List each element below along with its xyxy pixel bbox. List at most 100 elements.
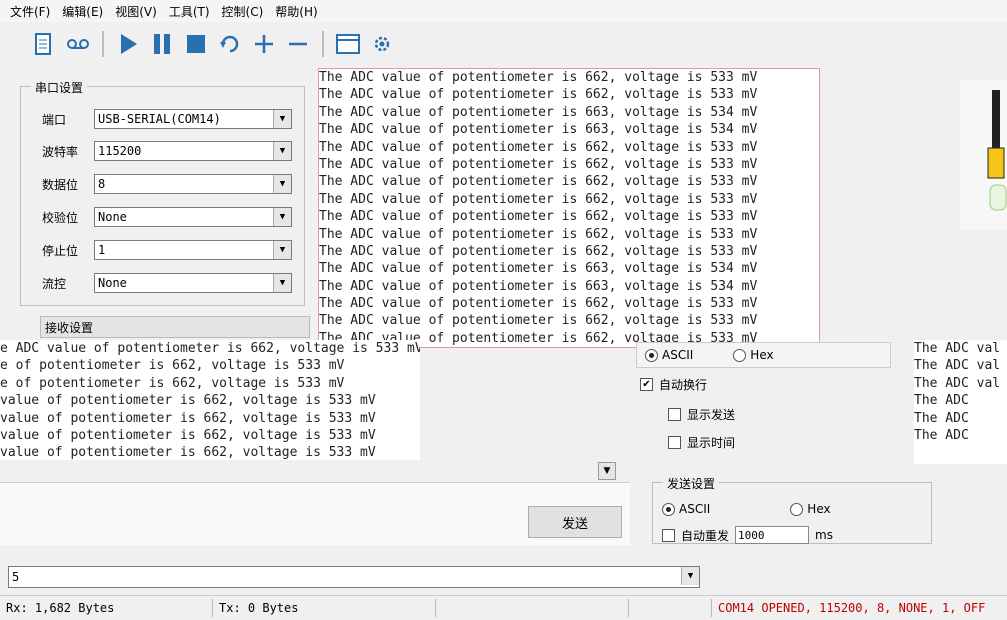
console-line: The ADC value of potentiometer is 663, v… [319, 104, 758, 120]
menu-view[interactable]: 视图(V) [115, 3, 157, 20]
parity-value: None [98, 210, 127, 224]
console-line: e ADC value of potentiometer is 662, vol… [0, 341, 420, 356]
status-indicator [629, 599, 712, 617]
console-line: The ADC value of potentiometer is 663, v… [319, 278, 758, 294]
show-send-checkbox[interactable] [668, 408, 681, 421]
send-button[interactable]: 发送 [528, 506, 622, 538]
show-time-label: 显示时间 [687, 436, 736, 450]
send-hex-label: Hex [807, 502, 831, 516]
receive-hex-radio[interactable]: Hex [733, 348, 774, 362]
console-line: The ADC value of potentiometer is 662, v… [319, 87, 758, 103]
plus-icon[interactable] [250, 30, 278, 58]
auto-resend-label: 自动重发 [681, 528, 730, 543]
send-button-label: 发送 [561, 516, 588, 532]
send-input[interactable]: 5 ▼ [8, 566, 700, 588]
console-line: The ADC value of potentiometer is 662, v… [319, 243, 758, 259]
status-spacer [436, 599, 629, 617]
pause-icon[interactable] [148, 30, 176, 58]
right-console-fragment: The ADC val The ADC val The ADC val The ADC… [914, 340, 1007, 464]
resend-interval-input[interactable]: 1000 [735, 526, 810, 544]
data-bits-value: 8 [98, 177, 106, 191]
show-send-label: 显示发送 [687, 408, 736, 422]
baud-label: 波特率 [42, 144, 79, 159]
port-select[interactable]: USB-SERIAL(COM14) ▼ [94, 109, 292, 129]
receive-ascii-label: ASCII [662, 348, 694, 362]
settings-icon[interactable] [368, 30, 396, 58]
send-format-group: ASCII Hex [662, 502, 831, 516]
flow-control-row: 流控 None ▼ [42, 272, 292, 294]
console-line: The ADC value of potentiometer is 663, v… [319, 122, 758, 138]
flow-control-value: None [98, 276, 127, 290]
send-ascii-label: ASCII [679, 502, 711, 516]
port-status-text: COM14 OPENED, 115200, 8, NONE, 1, OFF [718, 601, 986, 615]
auto-resend-checkbox[interactable] [662, 528, 675, 542]
radio-dot [733, 348, 747, 362]
console-lines: The ADC value of potentiometer is 662, v… [319, 69, 819, 347]
menu-file[interactable]: 文件(F) [10, 3, 50, 20]
chevron-down-icon[interactable]: ▼ [273, 274, 291, 292]
chevron-down-icon[interactable]: ▼ [273, 241, 291, 259]
stop-bits-select[interactable]: 1 ▼ [94, 240, 292, 260]
right-console-lines: The ADC val The ADC val The ADC val The ADC… [914, 340, 1007, 444]
send-hex-radio[interactable]: Hex [790, 502, 831, 516]
toolbar-separator [322, 31, 324, 57]
chevron-down-icon[interactable]: ▼ [681, 567, 699, 585]
console-line: value of potentiometer is 662, voltage i… [0, 445, 376, 460]
chevron-down-icon[interactable]: ▼ [273, 208, 291, 226]
stop-icon[interactable] [182, 30, 210, 58]
tx-count-text: Tx: 0 Bytes [219, 601, 299, 615]
receive-ascii-radio[interactable]: ASCII [645, 348, 693, 362]
toolbar-separator [102, 31, 104, 57]
window-icon[interactable] [334, 30, 362, 58]
baud-select[interactable]: 115200 ▼ [94, 141, 292, 161]
console-line: The ADC value of potentiometer is 662, v… [319, 296, 758, 312]
parity-select[interactable]: None ▼ [94, 207, 292, 227]
port-label: 端口 [42, 112, 67, 127]
auto-resend-option: 自动重发 1000 ms [662, 526, 833, 544]
console-line: e of potentiometer is 662, voltage is 53… [0, 358, 345, 374]
tape-icon[interactable] [64, 30, 92, 58]
data-bits-row: 数据位 8 ▼ [42, 173, 292, 195]
flow-control-select[interactable]: None ▼ [94, 273, 292, 293]
console-line: The ADC value of potentiometer is 662, v… [319, 209, 758, 225]
minus-icon[interactable] [284, 30, 312, 58]
auto-wrap-checkbox[interactable]: ✔ [640, 378, 653, 391]
parity-row: 校验位 None ▼ [42, 206, 292, 228]
serial-settings-title: 串口设置 [31, 79, 88, 96]
flow-control-label: 流控 [42, 276, 67, 291]
chevron-down-icon[interactable]: ▼ [273, 142, 291, 160]
receive-settings-header: 接收设置 [40, 316, 310, 338]
console-line: The ADC value of potentiometer is 663, v… [319, 261, 758, 277]
toolbar [0, 24, 1007, 64]
port-status: COM14 OPENED, 115200, 8, NONE, 1, OFF [712, 599, 1007, 617]
send-ascii-radio[interactable]: ASCII [662, 502, 710, 516]
scroll-down-icon[interactable]: ▼ [598, 462, 616, 480]
document-icon[interactable] [30, 30, 58, 58]
show-time-checkbox[interactable] [668, 436, 681, 449]
menu-control[interactable]: 控制(C) [222, 3, 264, 20]
show-send-option[interactable]: 显示发送 [668, 406, 735, 423]
menu-help[interactable]: 帮助(H) [275, 3, 317, 20]
status-bar: Rx: 1,682 Bytes Tx: 0 Bytes COM14 OPENED… [0, 595, 1007, 620]
show-time-option[interactable]: 显示时间 [668, 434, 735, 451]
receive-hex-label: Hex [750, 348, 774, 362]
baud-row: 波特率 115200 ▼ [42, 140, 292, 162]
refresh-icon[interactable] [216, 30, 244, 58]
auto-wrap-option[interactable]: ✔ 自动换行 [640, 376, 707, 393]
chevron-down-icon[interactable]: ▼ [273, 175, 291, 193]
rx-count: Rx: 1,682 Bytes [0, 599, 213, 617]
radio-dot [662, 502, 675, 516]
console-line: The ADC val [914, 341, 1001, 356]
left-console-lines: e ADC value of potentiometer is 662, vol… [0, 340, 420, 460]
data-bits-select[interactable]: 8 ▼ [94, 174, 292, 194]
chevron-down-icon[interactable]: ▼ [273, 110, 291, 128]
console-line: The ADC value of potentiometer is 662, v… [319, 174, 758, 190]
console-line: The ADC value of potentiometer is 662, v… [319, 313, 758, 329]
menu-edit[interactable]: 编辑(E) [62, 3, 103, 20]
port-value: USB-SERIAL(COM14) [98, 112, 221, 126]
menu-tools[interactable]: 工具(T) [169, 3, 210, 20]
play-icon[interactable] [114, 30, 142, 58]
send-input-value: 5 [12, 570, 20, 584]
receive-console[interactable]: The ADC value of potentiometer is 662, v… [318, 68, 820, 348]
console-line: The ADC value of potentiometer is 662, v… [319, 156, 758, 172]
